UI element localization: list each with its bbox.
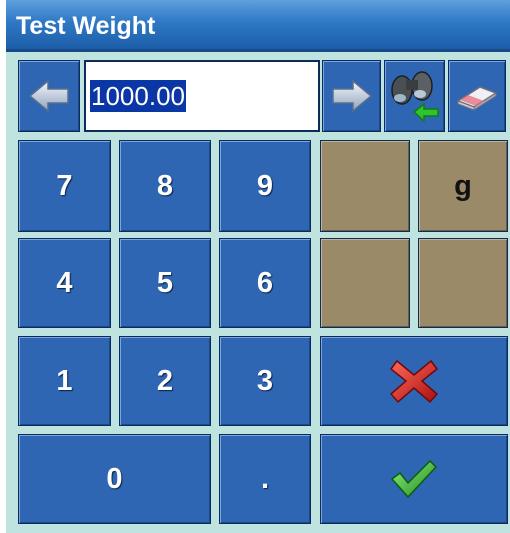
weight-entry-field[interactable]: 1000.00 (84, 60, 320, 132)
key-decimal[interactable]: . (219, 434, 311, 524)
key-2[interactable]: 2 (119, 336, 211, 426)
blank-key[interactable] (418, 238, 508, 328)
key-8[interactable]: 8 (119, 140, 211, 232)
key-9[interactable]: 9 (219, 140, 311, 232)
binoculars-icon (388, 66, 442, 126)
dialog-title: Test Weight (16, 12, 156, 40)
cursor-right-button[interactable] (322, 60, 381, 132)
arrow-right-icon (331, 79, 373, 113)
key-1[interactable]: 1 (18, 336, 111, 426)
eraser-icon (454, 81, 500, 111)
red-x-icon (389, 357, 439, 405)
ok-button[interactable] (320, 434, 508, 524)
arrow-left-icon (28, 79, 70, 113)
unit-key-g[interactable]: g (418, 140, 508, 232)
search-button[interactable] (384, 60, 445, 132)
cancel-button[interactable] (320, 336, 508, 426)
key-7[interactable]: 7 (18, 140, 111, 232)
test-weight-dialog: Test Weight 1000.00 7 8 9 g 4 5 6 1 2 3 … (6, 0, 510, 533)
key-4[interactable]: 4 (18, 238, 111, 328)
blank-key[interactable] (320, 238, 410, 328)
green-check-icon (390, 459, 438, 499)
cursor-left-button[interactable] (18, 60, 80, 132)
clear-button[interactable] (448, 60, 506, 132)
key-6[interactable]: 6 (219, 238, 311, 328)
key-3[interactable]: 3 (219, 336, 311, 426)
weight-entry-value: 1000.00 (90, 80, 186, 112)
title-bar: Test Weight (6, 0, 510, 52)
key-0[interactable]: 0 (18, 434, 211, 524)
blank-key[interactable] (320, 140, 410, 232)
key-5[interactable]: 5 (119, 238, 211, 328)
